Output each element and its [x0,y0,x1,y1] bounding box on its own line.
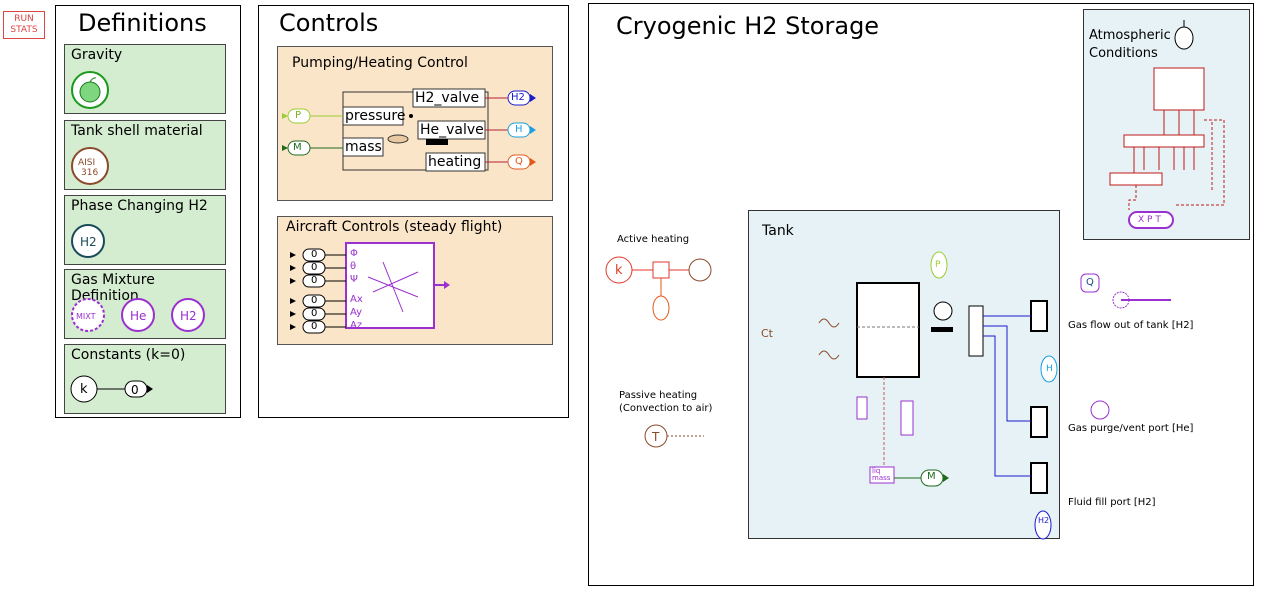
cryogenic-storage-panel: Cryogenic H2 Storage Atmospheric Conditi… [588,3,1254,586]
controls-panel: Controls Pumping/Heating Control P M pre… [258,5,569,418]
atmosphere-diagram [1109,20,1225,229]
run-stats-button[interactable]: RUN STATS [3,11,45,39]
pumping-heating-control-block[interactable]: Pumping/Heating Control P M pressure mas… [277,46,553,201]
storage-title: Cryogenic H2 Storage [616,12,880,40]
aircraft-controls-diagram [290,242,450,334]
passive-heating-label: Passive heating [619,390,698,401]
tank-block[interactable]: Tank Ct liq mass M [748,210,1060,539]
phase-changing-h2-block[interactable]: Phase Changing H2 H2 [64,195,226,265]
definitions-title: Definitions [78,9,207,37]
tank-diagram [818,282,1048,494]
apple-icon [71,71,109,109]
active-heating-label: Active heating [617,234,690,245]
atmospheric-conditions-block[interactable]: Atmospheric Conditions X P T [1083,9,1250,240]
h2-fill-sensor [1034,510,1052,540]
gravity-block[interactable]: Gravity [64,44,226,114]
gas-out-label: Gas flow out of tank [H2] [1068,320,1194,331]
fill-port-label: Fluid fill port [H2] [1068,497,1156,508]
constants-block[interactable]: Constants (k=0) k 0 [64,344,226,414]
aircraft-controls-block[interactable]: Aircraft Controls (steady flight) 0 0 0 … [277,216,553,345]
controls-title: Controls [279,9,379,37]
purge-label: Gas purge/vent port [He] [1068,423,1194,434]
gas-out-valve [1080,273,1171,309]
definitions-panel: Definitions Gravity Tank shell material … [55,5,241,418]
gas-mixture-block[interactable]: Gas Mixture Definition MIXT He H2 [64,269,226,339]
tank-shell-material-block[interactable]: Tank shell material AISI 316 [64,120,226,190]
pumping-control-diagram [282,88,536,172]
active-heating-diagram [605,256,712,321]
